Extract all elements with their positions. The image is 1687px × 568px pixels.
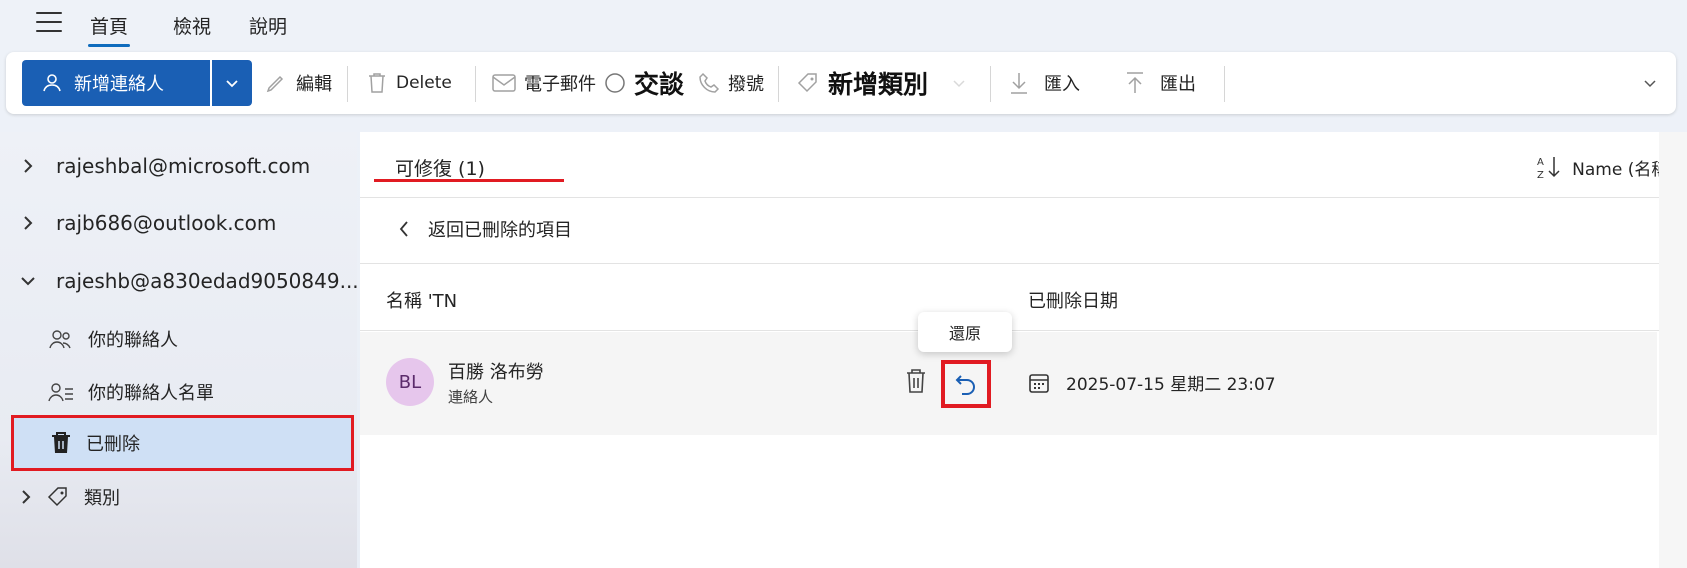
new-contact-label: 新增連絡人 xyxy=(74,74,164,95)
export-button[interactable]: 匯出 xyxy=(1124,60,1196,106)
chevron-left-icon xyxy=(399,221,408,237)
tab-home[interactable]: 首頁 xyxy=(87,12,131,47)
sidebar-item-contact-lists[interactable]: 你的聯絡人名單 xyxy=(48,371,214,413)
new-contact-dropdown[interactable] xyxy=(212,60,252,106)
sidebar: rajeshbal@microsoft.com rajb686@outlook.… xyxy=(0,132,359,568)
sidebar-account-1[interactable]: rajeshbal@microsoft.com xyxy=(18,146,310,186)
back-label: 返回已刪除的項目 xyxy=(428,220,572,241)
edit-button[interactable]: 編輯 xyxy=(264,60,332,106)
svg-text:A: A xyxy=(1537,157,1544,168)
tab-recoverable[interactable]: 可修復 (1) xyxy=(395,154,485,181)
email-label: 電子郵件 xyxy=(524,74,596,95)
upload-icon xyxy=(1127,72,1143,93)
chevron-down-icon xyxy=(1644,80,1656,88)
contact-type: 連絡人 xyxy=(448,388,494,406)
trash-icon xyxy=(369,73,385,93)
chevron-down-icon xyxy=(953,80,965,88)
trash-icon xyxy=(52,432,70,453)
ribbon-toolbar: 新增連絡人 編輯 Delete 電子郵件 交談 撥號 新增類別 匯入 匯出 xyxy=(6,52,1676,114)
chat-button[interactable]: 交談 xyxy=(604,60,684,106)
column-header-name[interactable]: 名稱 'TN xyxy=(386,287,457,313)
tab-view[interactable]: 檢視 xyxy=(173,12,211,39)
add-contact-icon xyxy=(43,74,61,92)
pencil-icon xyxy=(266,75,284,93)
people-list-icon xyxy=(48,383,73,402)
tag-icon xyxy=(797,73,817,93)
delete-label: Delete xyxy=(396,73,452,93)
sidebar-item-label: 你的聯絡人 xyxy=(88,330,178,351)
new-contact-button[interactable]: 新增連絡人 xyxy=(22,60,210,106)
chevron-right-icon xyxy=(24,159,33,173)
column-header-deleted-date[interactable]: 已刪除日期 xyxy=(1028,287,1118,313)
account-email: rajb686@outlook.com xyxy=(56,211,277,235)
main-panel: 可修復 (1) AZ Name (名稱) 返回已刪除的項目 名稱 'TN 已刪除… xyxy=(360,132,1687,568)
sidebar-item-your-contacts[interactable]: 你的聯絡人 xyxy=(48,318,178,360)
call-button[interactable]: 撥號 xyxy=(698,60,764,106)
scrollbar-track[interactable] xyxy=(1659,132,1687,568)
chevron-down-icon xyxy=(226,80,238,88)
chat-icon xyxy=(605,73,625,93)
chat-label: 交談 xyxy=(634,70,685,99)
permanent-delete-button[interactable] xyxy=(905,368,927,398)
edit-label: 編輯 xyxy=(296,74,332,95)
top-nav: 首頁 檢視 說明 xyxy=(0,0,1687,50)
sidebar-account-3[interactable]: rajeshb@a830edad9050849... xyxy=(18,261,359,301)
sort-button[interactable]: AZ Name (名稱) xyxy=(1536,154,1675,180)
deleted-date-text: 2025-07-15 星期二 23:07 xyxy=(1066,375,1276,395)
contact-name: 百勝 洛布勞 xyxy=(448,362,544,383)
sidebar-item-categories[interactable]: 類別 xyxy=(20,476,120,518)
delete-button[interactable]: Delete xyxy=(366,60,452,106)
import-label: 匯入 xyxy=(1044,74,1080,95)
hamburger-menu-icon[interactable] xyxy=(36,12,62,34)
undo-icon xyxy=(955,375,975,395)
email-button[interactable]: 電子郵件 xyxy=(492,60,596,106)
account-email: rajeshbal@microsoft.com xyxy=(56,154,311,178)
chevron-right-icon xyxy=(24,216,33,230)
chevron-right-icon xyxy=(22,490,31,504)
export-label: 匯出 xyxy=(1160,74,1196,95)
sidebar-account-2[interactable]: rajb686@outlook.com xyxy=(18,203,276,243)
tab-underline xyxy=(374,179,564,182)
sidebar-item-label: 你的聯絡人名單 xyxy=(88,383,214,404)
phone-icon xyxy=(699,72,720,93)
restore-button[interactable] xyxy=(941,360,991,408)
tag-icon xyxy=(47,487,67,507)
account-email: rajeshb@a830edad9050849... xyxy=(56,269,359,293)
add-category-button[interactable]: 新增類別 xyxy=(796,60,974,106)
download-icon xyxy=(1011,73,1027,94)
ribbon-expand-button[interactable] xyxy=(1642,60,1666,106)
sort-az-icon: AZ xyxy=(1537,157,1560,180)
import-button[interactable]: 匯入 xyxy=(1008,60,1080,106)
people-icon xyxy=(49,330,71,349)
deleted-date: 2025-07-15 星期二 23:07 xyxy=(1028,370,1276,395)
restore-tooltip: 還原 xyxy=(918,312,1012,352)
tab-help[interactable]: 說明 xyxy=(249,12,287,39)
mail-icon xyxy=(492,74,516,92)
call-label: 撥號 xyxy=(728,74,764,95)
trash-icon xyxy=(907,369,925,393)
sidebar-item-deleted[interactable]: 已刪除 xyxy=(11,415,354,471)
svg-text:Z: Z xyxy=(1537,170,1544,180)
back-to-deleted-link[interactable]: 返回已刪除的項目 xyxy=(398,216,572,242)
add-category-label: 新增類別 xyxy=(828,70,929,99)
sidebar-item-label: 類別 xyxy=(84,488,120,509)
calendar-icon xyxy=(1029,373,1049,393)
avatar: BL xyxy=(386,358,434,406)
chevron-down-icon xyxy=(21,277,35,286)
sidebar-item-label: 已刪除 xyxy=(86,434,140,455)
